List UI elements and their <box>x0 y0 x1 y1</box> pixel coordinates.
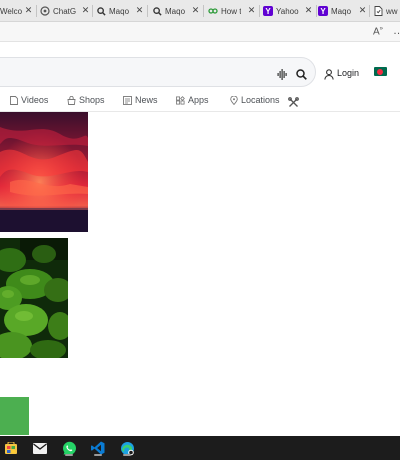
search-icon[interactable] <box>296 67 307 80</box>
chatgpt-icon <box>40 6 50 16</box>
image-result-sunset[interactable] <box>0 112 88 232</box>
tab-apps[interactable]: Apps <box>176 93 209 107</box>
close-icon[interactable]: ✕ <box>135 5 144 16</box>
document-icon <box>373 6 383 16</box>
location-icon <box>229 95 238 105</box>
login-label: Login <box>337 67 360 78</box>
tab-title: Maqo <box>331 6 352 16</box>
bangladesh-flag[interactable] <box>374 67 387 76</box>
tab-locations[interactable]: Locations <box>229 93 280 107</box>
video-icon <box>9 95 18 105</box>
close-icon[interactable]: ✕ <box>358 5 367 16</box>
close-icon[interactable]: ✕ <box>304 5 313 16</box>
browser-window: Welco ✕ ChatG ✕ Maqo ✕ Maqo ✕ How t ✕ Y … <box>0 0 400 460</box>
tab-title: How t <box>221 6 242 16</box>
mail-icon[interactable] <box>31 439 49 457</box>
taskbar <box>0 436 400 460</box>
tab-title: ChatG <box>53 6 77 16</box>
search-icon <box>96 6 106 16</box>
tab-www[interactable]: ww <box>373 2 400 20</box>
tab-title: Yahoo <box>276 6 299 16</box>
tab-title: Maqo <box>109 6 130 16</box>
browser-toolbar: A» … <box>0 22 400 42</box>
close-icon[interactable]: ✕ <box>24 5 33 16</box>
sunset-image <box>0 112 88 232</box>
search-icon <box>152 6 162 16</box>
nav-label: Videos <box>21 95 49 105</box>
yahoo-icon: Y <box>263 6 273 16</box>
moss-image <box>0 238 68 358</box>
tab-yahoo[interactable]: Y Yahoo ✕ <box>263 2 313 20</box>
tab-welcome[interactable]: Welco ✕ <box>0 2 33 20</box>
tools-icon[interactable] <box>288 95 299 107</box>
tab-videos[interactable]: Videos <box>9 93 48 107</box>
nav-label: Locations <box>241 95 280 105</box>
link-icon <box>208 6 218 16</box>
search-input[interactable] <box>0 57 316 87</box>
tab-chatgpt[interactable]: ChatG ✕ <box>40 2 90 20</box>
login-button[interactable]: Login <box>324 66 360 80</box>
tab-search-1[interactable]: Maqo ✕ <box>96 2 144 20</box>
nav-label: News <box>135 95 158 105</box>
app-running-indicator <box>123 454 131 456</box>
user-icon <box>324 67 334 80</box>
app-running-indicator <box>94 454 102 456</box>
tab-news[interactable]: News <box>123 93 158 107</box>
tab-title: Maqo <box>165 6 186 16</box>
tab-title: ww <box>386 6 398 16</box>
close-icon[interactable]: ✕ <box>247 5 256 16</box>
tab-shops[interactable]: Shops <box>67 93 105 107</box>
more-options-icon[interactable]: … <box>393 25 400 37</box>
shop-icon <box>67 95 76 105</box>
app-running-indicator <box>65 454 73 456</box>
tab-search-2[interactable]: Maqo ✕ <box>152 2 200 20</box>
tab-yahoo-search[interactable]: Y Maqo ✕ <box>318 2 367 20</box>
voice-search-icon[interactable] <box>277 67 288 80</box>
image-result-moss[interactable] <box>0 238 68 358</box>
apps-icon <box>176 95 185 105</box>
nav-label: Apps <box>188 95 209 105</box>
green-block[interactable] <box>0 397 29 435</box>
close-icon[interactable]: ✕ <box>191 5 200 16</box>
close-icon[interactable]: ✕ <box>81 5 90 16</box>
tab-how-to[interactable]: How t ✕ <box>208 2 256 20</box>
tab-strip: Welco ✕ ChatG ✕ Maqo ✕ Maqo ✕ How t ✕ Y … <box>0 0 400 22</box>
whatsapp-icon[interactable] <box>60 439 78 457</box>
tab-title: Welco <box>0 6 23 16</box>
vscode-icon[interactable] <box>89 439 107 457</box>
yahoo-icon: Y <box>318 6 328 16</box>
windows-start-icon[interactable] <box>2 439 20 457</box>
read-aloud-icon[interactable]: A» <box>373 26 383 37</box>
edge-icon[interactable] <box>118 439 136 457</box>
news-icon <box>123 95 132 105</box>
nav-label: Shops <box>79 95 105 105</box>
